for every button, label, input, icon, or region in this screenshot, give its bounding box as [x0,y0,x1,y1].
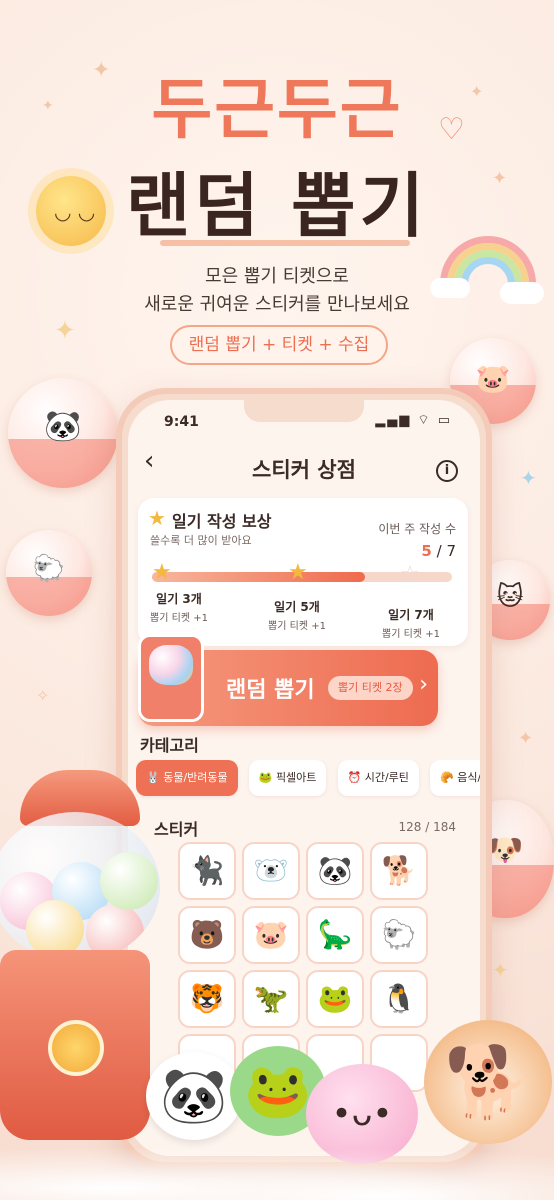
sticker-item[interactable]: 🐕 [370,842,428,900]
milestone-title: 일기 3개 [156,592,202,606]
sticker-item[interactable]: 🦕 [306,906,364,964]
category-label: 픽셀아트 [275,771,317,784]
gumball-machine-icon [138,634,204,722]
sticker-item[interactable]: 🐑 [370,906,428,964]
shiba-character-icon: 🐕 [424,1020,552,1144]
hero-subtitle-line1: 모은 뽑기 티켓으로 [205,266,349,287]
ticket-count-badge: 뽑기 티켓 2장 [328,676,413,700]
sticker-item[interactable]: 🦖 [242,970,300,1028]
status-icons: ▂▄▆ ⌔ ▭ [375,413,452,428]
chevron-right-icon: › [419,672,428,697]
sticker-item[interactable]: 🐻 [178,906,236,964]
milestone-reward: 뽑기 티켓 +1 [382,629,440,640]
sticker-item[interactable]: 🐯 [178,970,236,1028]
milestone-2: 일기 5개 뽑기 티켓 +1 [252,598,342,632]
sticker-item[interactable]: 🐈‍⬛ [178,842,236,900]
hero-feature-pill: 랜덤 뽑기 + 티켓 + 수집 [170,325,388,365]
week-current: 5 [421,542,432,560]
clock-icon: ⏰ [347,771,362,784]
sticker-item[interactable]: 🐸 [306,970,364,1028]
panda-character-icon: 🐼 [146,1052,242,1140]
milestone-title: 일기 5개 [274,600,320,614]
milestone-3: 일기 7개 뽑기 티켓 +1 [366,606,456,640]
category-title: 카테고리 [140,736,199,755]
info-button[interactable]: i [436,460,458,482]
sticker-item[interactable]: 🐻‍❄️ [242,842,300,900]
reward-title: 일기 작성 보상 [172,512,272,531]
week-count: 5 / 7 [421,542,456,560]
star-icon: ★ [148,506,166,530]
week-total: / 7 [436,542,456,560]
screen-title: 스티커 상점 [252,458,356,482]
category-label: 시간/루틴 [364,771,409,784]
category-tab-time[interactable]: ⏰ 시간/루틴 [337,760,419,796]
croissant-icon: 🥐 [440,771,454,784]
milestone-star-icon: ☆ [400,562,420,587]
category-tab-food[interactable]: 🥐 음식/간식 [430,760,480,796]
frog-icon: 🐸 [258,771,273,784]
ghost-capsule-icon: 🐑 [6,530,92,616]
sparkle-icon: ✧ [36,686,50,705]
milestone-star-icon: ★ [288,560,308,585]
reward-card: ★ 일기 작성 보상 쓸수록 더 많이 받아요 이번 주 작성 수 5 / 7 … [138,498,468,646]
app-screen: 9:41 ▂▄▆ ⌔ ▭ ‹ 스티커 상점 i ★ 일기 작성 보상 쓸수록 더… [128,400,480,1156]
sparkle-icon: ✦ [54,316,76,346]
sticker-item[interactable]: 🐼 [306,842,364,900]
sticker-item[interactable]: 🐧 [370,970,428,1028]
week-count-label: 이번 주 작성 수 [378,522,456,536]
milestone-reward: 뽑기 티켓 +1 [150,613,208,624]
panda-capsule-icon: 🐼 [8,378,118,488]
hero-title-line2: 랜덤 뽑기 [126,165,428,247]
milestone-reward: 뽑기 티켓 +1 [268,621,326,632]
milestone-star-icon: ★ [152,560,172,585]
milestone-1: 일기 3개 뽑기 티켓 +1 [134,590,224,624]
category-label: 동물/반려동물 [163,771,228,784]
random-draw-button[interactable]: 랜덤 뽑기 뽑기 티켓 2장 › [138,634,438,726]
gumball-machine-illustration [0,770,170,1150]
sticker-count: 128 / 184 [398,820,456,834]
sparkle-icon: ✦ [520,466,537,490]
sparkle-icon: ✦ [518,728,534,749]
random-draw-label: 랜덤 뽑기 [226,678,315,703]
hero-subtitle-line2: 새로운 귀여운 스티커를 만나보세요 [144,294,410,315]
reward-progress-fill [152,572,365,582]
reward-description: 쓸수록 더 많이 받아요 [150,534,252,547]
category-tab-pixelart[interactable]: 🐸 픽셀아트 [248,760,327,796]
sparkle-icon: ✦ [492,958,509,982]
phone-notch [244,400,364,422]
category-tabs: 🐰 동물/반려동물 🐸 픽셀아트 ⏰ 시간/루틴 🥐 음식/간식 📓 일상 [136,760,480,800]
hero-title-line1: 두근두근 [151,71,403,148]
category-label: 음식/간식 [457,771,480,784]
bottom-clouds [0,1140,554,1200]
status-time: 9:41 [164,414,199,430]
milestone-title: 일기 7개 [388,608,434,622]
sticker-item[interactable]: 🐷 [242,906,300,964]
hero-underline [160,240,410,246]
